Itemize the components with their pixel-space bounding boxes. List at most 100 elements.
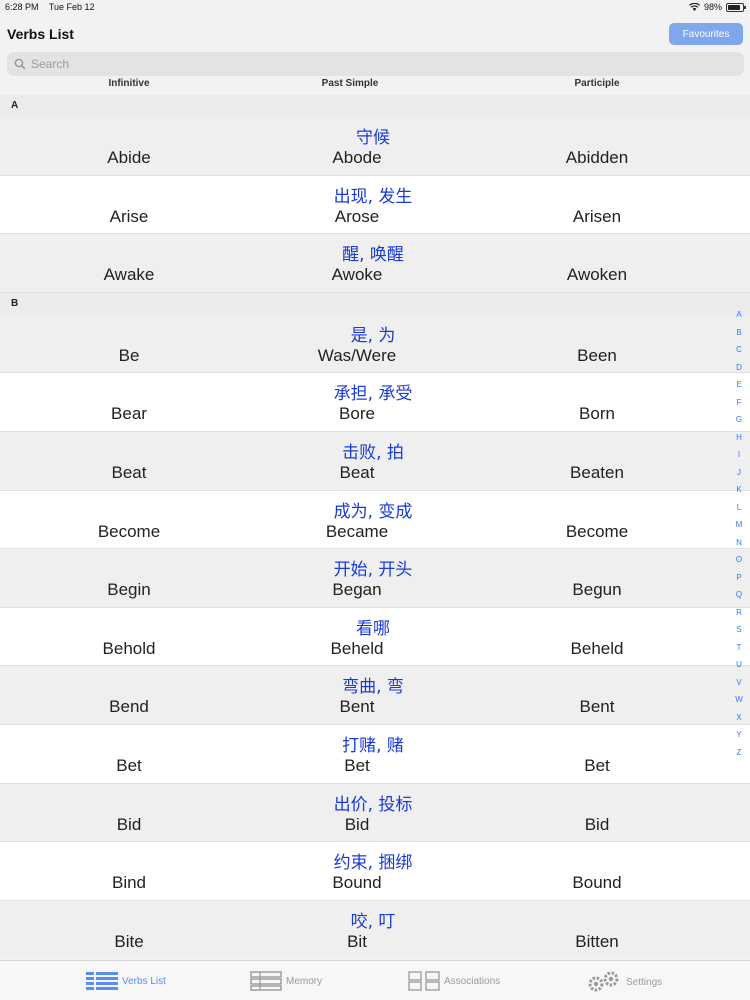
index-letter[interactable]: O — [732, 551, 746, 569]
verb-infinitive: Behold — [102, 638, 156, 658]
verb-row[interactable]: 打赌, 赌 Bet Bet Bet — [0, 724, 750, 784]
verb-row[interactable]: 约束, 捆绑 Bind Bound Bound — [0, 842, 750, 901]
section-header-b: B — [0, 292, 750, 315]
index-letter[interactable]: C — [732, 341, 746, 359]
verb-participle: Beaten — [570, 462, 624, 482]
index-letter[interactable]: W — [732, 691, 746, 709]
associations-icon — [408, 971, 440, 991]
search-bar[interactable] — [7, 52, 744, 76]
index-letter[interactable]: I — [732, 446, 746, 464]
verb-translation: 是, 为 — [350, 325, 396, 346]
verb-translation: 弯曲, 弯 — [342, 677, 404, 698]
section-header-a: A — [0, 95, 750, 117]
memory-icon — [250, 971, 282, 991]
verb-participle: Bid — [584, 814, 610, 834]
verb-infinitive: Bend — [109, 697, 149, 717]
verb-participle: Abidden — [565, 148, 629, 167]
index-letter[interactable]: M — [732, 516, 746, 534]
index-letter[interactable]: X — [732, 709, 746, 727]
verb-translation: 出价, 投标 — [333, 794, 413, 815]
verb-row[interactable]: 弯曲, 弯 Bend Bent Bent — [0, 666, 750, 725]
verb-participle: Bound — [572, 873, 622, 893]
index-letter[interactable]: R — [732, 604, 746, 622]
verb-row[interactable]: 出现, 发生 Arise Arose Arisen — [0, 175, 750, 235]
verb-row[interactable]: 击败, 拍 Beat Beat Beaten — [0, 431, 750, 491]
verb-past-simple: Arose — [334, 206, 380, 226]
verb-participle: Been — [577, 345, 617, 365]
column-headers: Infinitive Past Simple Participle — [0, 78, 750, 92]
verb-past-simple: Bid — [344, 814, 370, 834]
index-letter[interactable]: A — [732, 306, 746, 324]
verb-infinitive: Be — [118, 345, 140, 365]
verb-past-simple: Beheld — [330, 638, 384, 658]
list-icon — [86, 971, 118, 991]
index-letter[interactable]: V — [732, 674, 746, 692]
index-letter[interactable]: S — [732, 621, 746, 639]
index-letter[interactable]: Y — [732, 726, 746, 744]
verb-translation: 打赌, 赌 — [342, 735, 404, 756]
verb-participle: Bet — [584, 755, 610, 775]
favourites-button[interactable]: Favourites — [669, 23, 743, 45]
verb-participle: Begun — [572, 580, 622, 600]
index-letter[interactable]: Z — [732, 744, 746, 762]
verb-infinitive: Beat — [111, 462, 147, 482]
verb-past-simple: Bore — [339, 404, 375, 424]
index-letter[interactable]: N — [732, 534, 746, 552]
index-letter[interactable]: T — [732, 639, 746, 657]
index-letter[interactable]: E — [732, 376, 746, 394]
index-letter[interactable]: H — [732, 429, 746, 447]
verb-past-simple: Became — [325, 521, 389, 541]
verb-translation: 开始, 开头 — [333, 560, 413, 581]
column-header-infinitive: Infinitive — [108, 78, 150, 89]
index-letter[interactable]: P — [732, 569, 746, 587]
verb-row[interactable]: 醒, 唤醒 Awake Awoke Awoken — [0, 234, 750, 293]
index-letter[interactable]: J — [732, 464, 746, 482]
status-bar: 6:28 PM Tue Feb 12 98% — [0, 0, 750, 16]
tab-label: Memory — [286, 975, 323, 987]
verb-row[interactable]: 是, 为 Be Was/Were Been — [0, 314, 750, 374]
verb-translation: 约束, 捆绑 — [333, 853, 413, 874]
index-letter[interactable]: Q — [732, 586, 746, 604]
verb-infinitive: Bite — [114, 931, 144, 951]
wifi-icon — [688, 3, 700, 11]
verb-row[interactable]: 出价, 投标 Bid Bid Bid — [0, 783, 750, 843]
column-header-participle: Participle — [574, 78, 620, 89]
verb-row[interactable]: 成为, 变成 Become Became Become — [0, 490, 750, 550]
status-time: 6:28 PM — [5, 2, 39, 12]
verb-translation: 出现, 发生 — [333, 186, 413, 207]
index-letter[interactable]: F — [732, 394, 746, 412]
verb-row[interactable]: 承担, 承受 Bear Bore Born — [0, 373, 750, 432]
verb-past-simple: Beat — [339, 462, 375, 482]
battery-icon — [726, 2, 746, 12]
column-header-past-simple: Past Simple — [321, 78, 379, 89]
verb-past-simple: Was/Were — [317, 345, 397, 365]
tab-bar: Verbs List Memory Associations Settings — [0, 960, 750, 1000]
section-index[interactable]: A B C D E F G H I J K L M N O P Q R S T … — [732, 306, 746, 761]
tab-settings[interactable]: Settings — [586, 971, 662, 993]
search-input[interactable] — [29, 56, 713, 72]
verb-translation: 醒, 唤醒 — [342, 245, 404, 266]
verb-row[interactable]: 守候 Abide Abode Abidden — [0, 117, 750, 176]
verb-participle: Arisen — [572, 206, 622, 226]
verb-past-simple: Bound — [332, 873, 382, 893]
verbs-list[interactable]: A 守候 Abide Abode Abidden 出现, 发生 Arise Ar… — [0, 95, 750, 958]
verb-row[interactable]: 看哪 Behold Beheld Beheld — [0, 607, 750, 667]
index-letter[interactable]: D — [732, 359, 746, 377]
tab-associations[interactable]: Associations — [408, 971, 500, 991]
verb-translation: 看哪 — [356, 618, 390, 639]
verb-translation: 成为, 变成 — [333, 501, 413, 522]
verb-row[interactable]: 咬, 叮 Bite Bit Bitten — [0, 900, 750, 958]
verb-infinitive: Bind — [111, 873, 147, 893]
verb-row[interactable]: 开始, 开头 Begin Began Begun — [0, 549, 750, 608]
index-letter[interactable]: K — [732, 481, 746, 499]
verb-participle: Awoken — [566, 265, 628, 285]
verb-infinitive: Begin — [107, 580, 151, 600]
tab-memory[interactable]: Memory — [250, 971, 322, 991]
verb-infinitive: Bid — [116, 814, 142, 834]
index-letter[interactable]: U — [732, 656, 746, 674]
tab-verbs-list[interactable]: Verbs List — [86, 971, 166, 991]
index-letter[interactable]: G — [732, 411, 746, 429]
index-letter[interactable]: B — [732, 324, 746, 342]
verb-infinitive: Abide — [107, 148, 151, 167]
index-letter[interactable]: L — [732, 499, 746, 517]
